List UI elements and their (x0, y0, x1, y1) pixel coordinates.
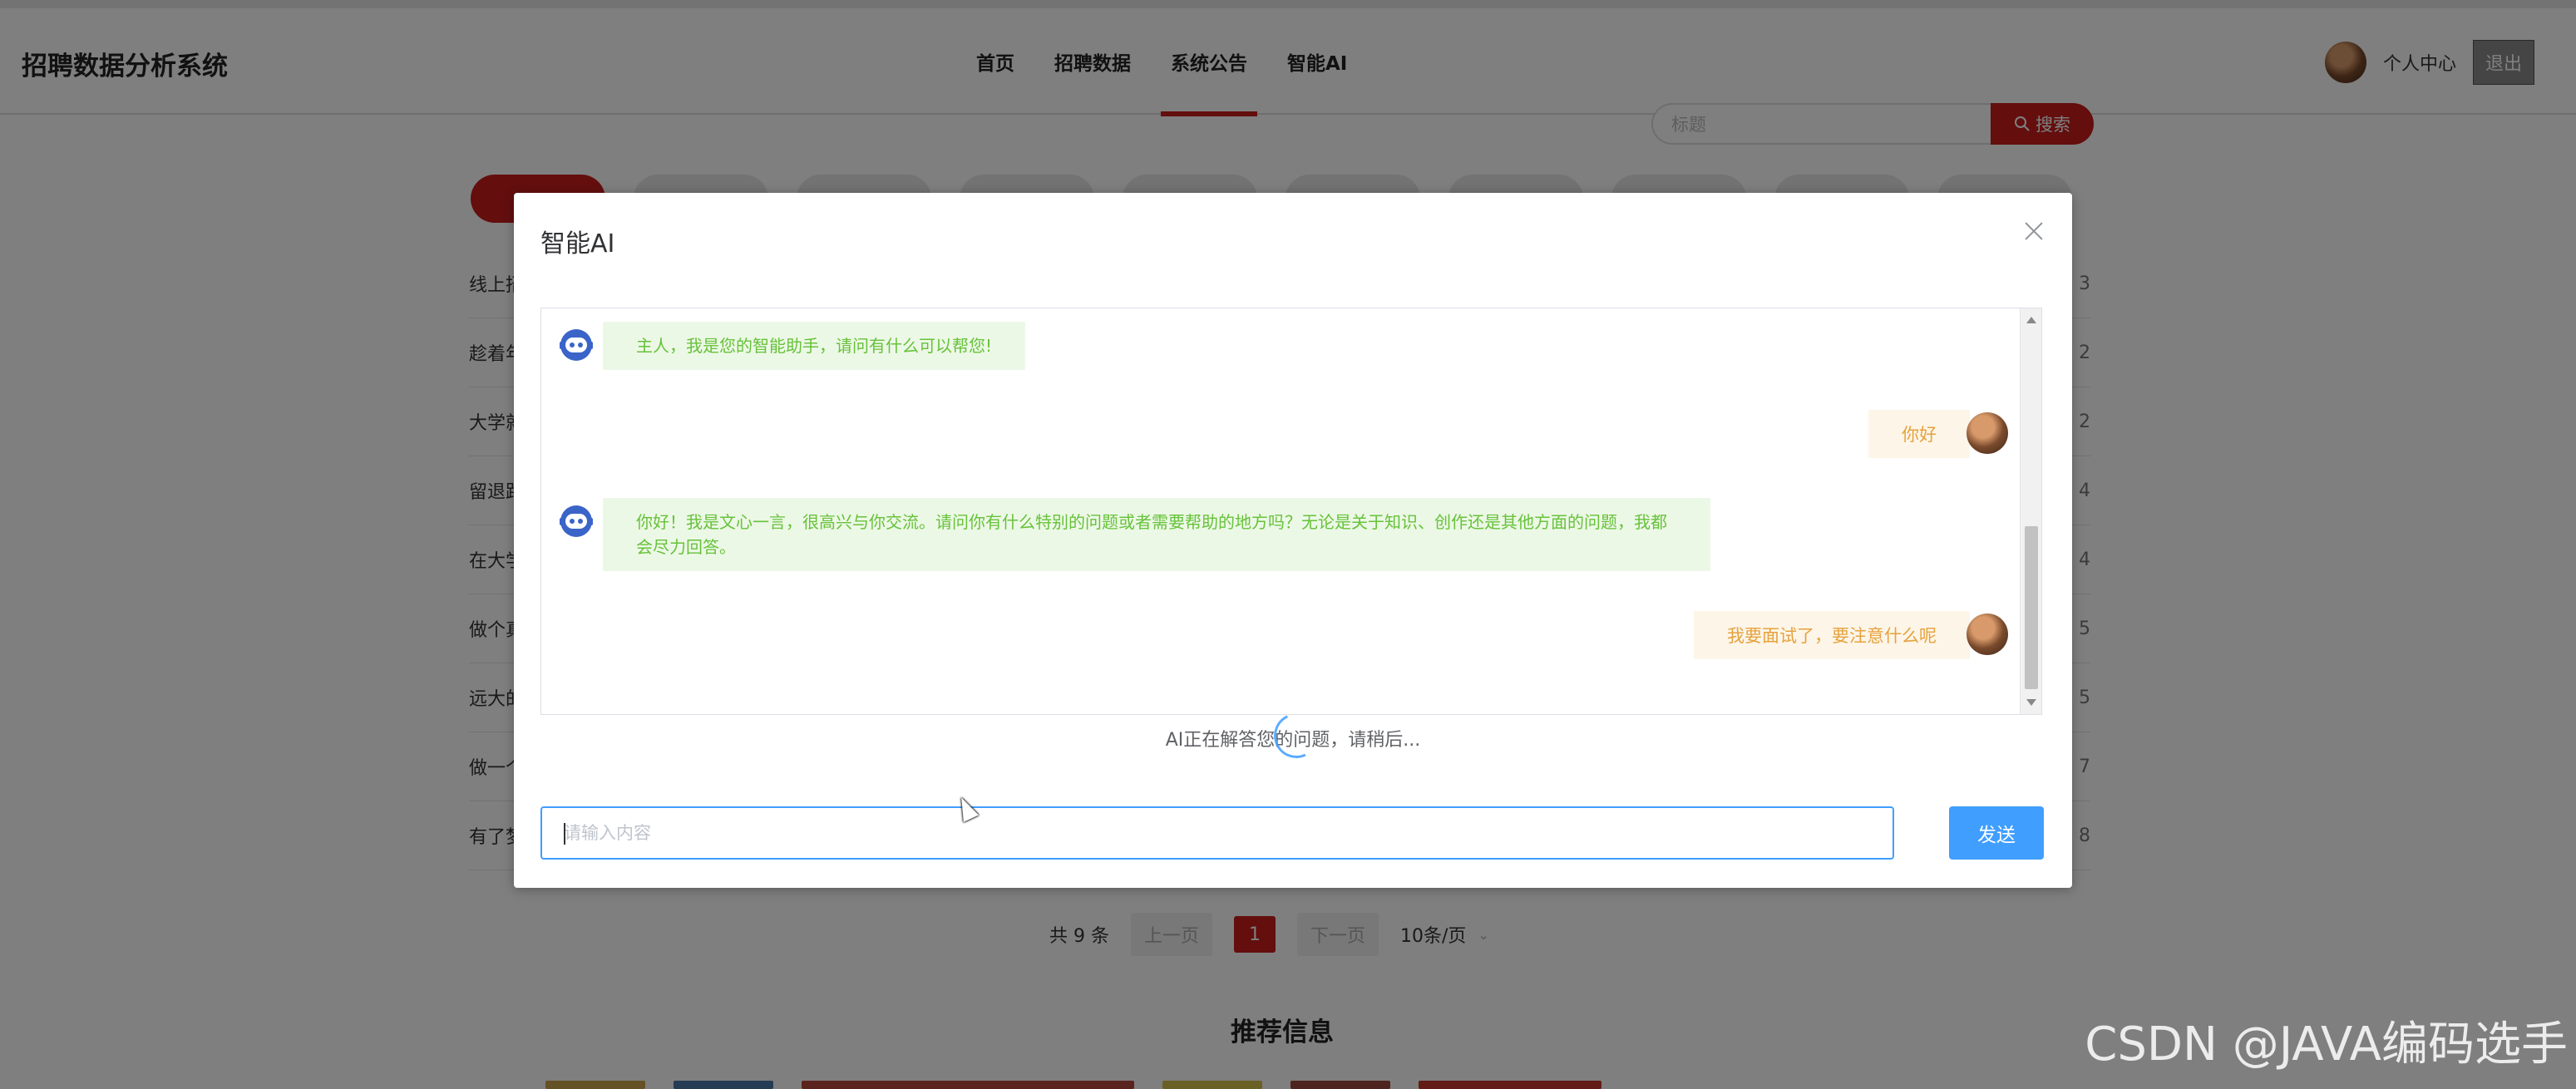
ai-message: 你好！我是文心一言，很高兴与你交流。请问你有什么特别的问题或者需要帮助的地方吗？… (603, 498, 1710, 571)
robot-avatar-icon (560, 505, 593, 537)
scroll-up-arrow-icon[interactable] (2026, 317, 2036, 323)
chat-history: 主人，我是您的智能助手，请问有什么可以帮您! 你好 你好！我是文心一言，很高兴与… (540, 308, 2042, 715)
scrollbar-thumb[interactable] (2025, 526, 2038, 689)
scroll-down-arrow-icon[interactable] (2026, 699, 2036, 706)
user-message: 我要面试了，要注意什么呢 (1694, 611, 1970, 659)
send-button[interactable]: 发送 (1949, 806, 2044, 860)
message-input[interactable] (564, 823, 1893, 843)
text-caret (564, 823, 565, 845)
user-message: 你好 (1868, 410, 1970, 458)
robot-avatar-icon (560, 329, 593, 361)
close-icon[interactable] (2021, 218, 2047, 244)
loading-spinner-icon (1267, 707, 1325, 765)
ai-message: 主人，我是您的智能助手，请问有什么可以帮您! (603, 322, 1026, 370)
user-avatar (1967, 412, 2008, 454)
chat-scrollbar[interactable] (2020, 308, 2041, 714)
watermark: CSDN @JAVA编码选手 (2085, 1018, 2568, 1072)
user-avatar (1967, 613, 2008, 655)
ai-chat-dialog: 智能AI 主人，我是您的智能助手，请问有什么可以帮您! 你好 你好！我是文心一言… (514, 193, 2072, 888)
dialog-title: 智能AI (540, 229, 615, 259)
message-input-field[interactable] (540, 806, 1894, 860)
